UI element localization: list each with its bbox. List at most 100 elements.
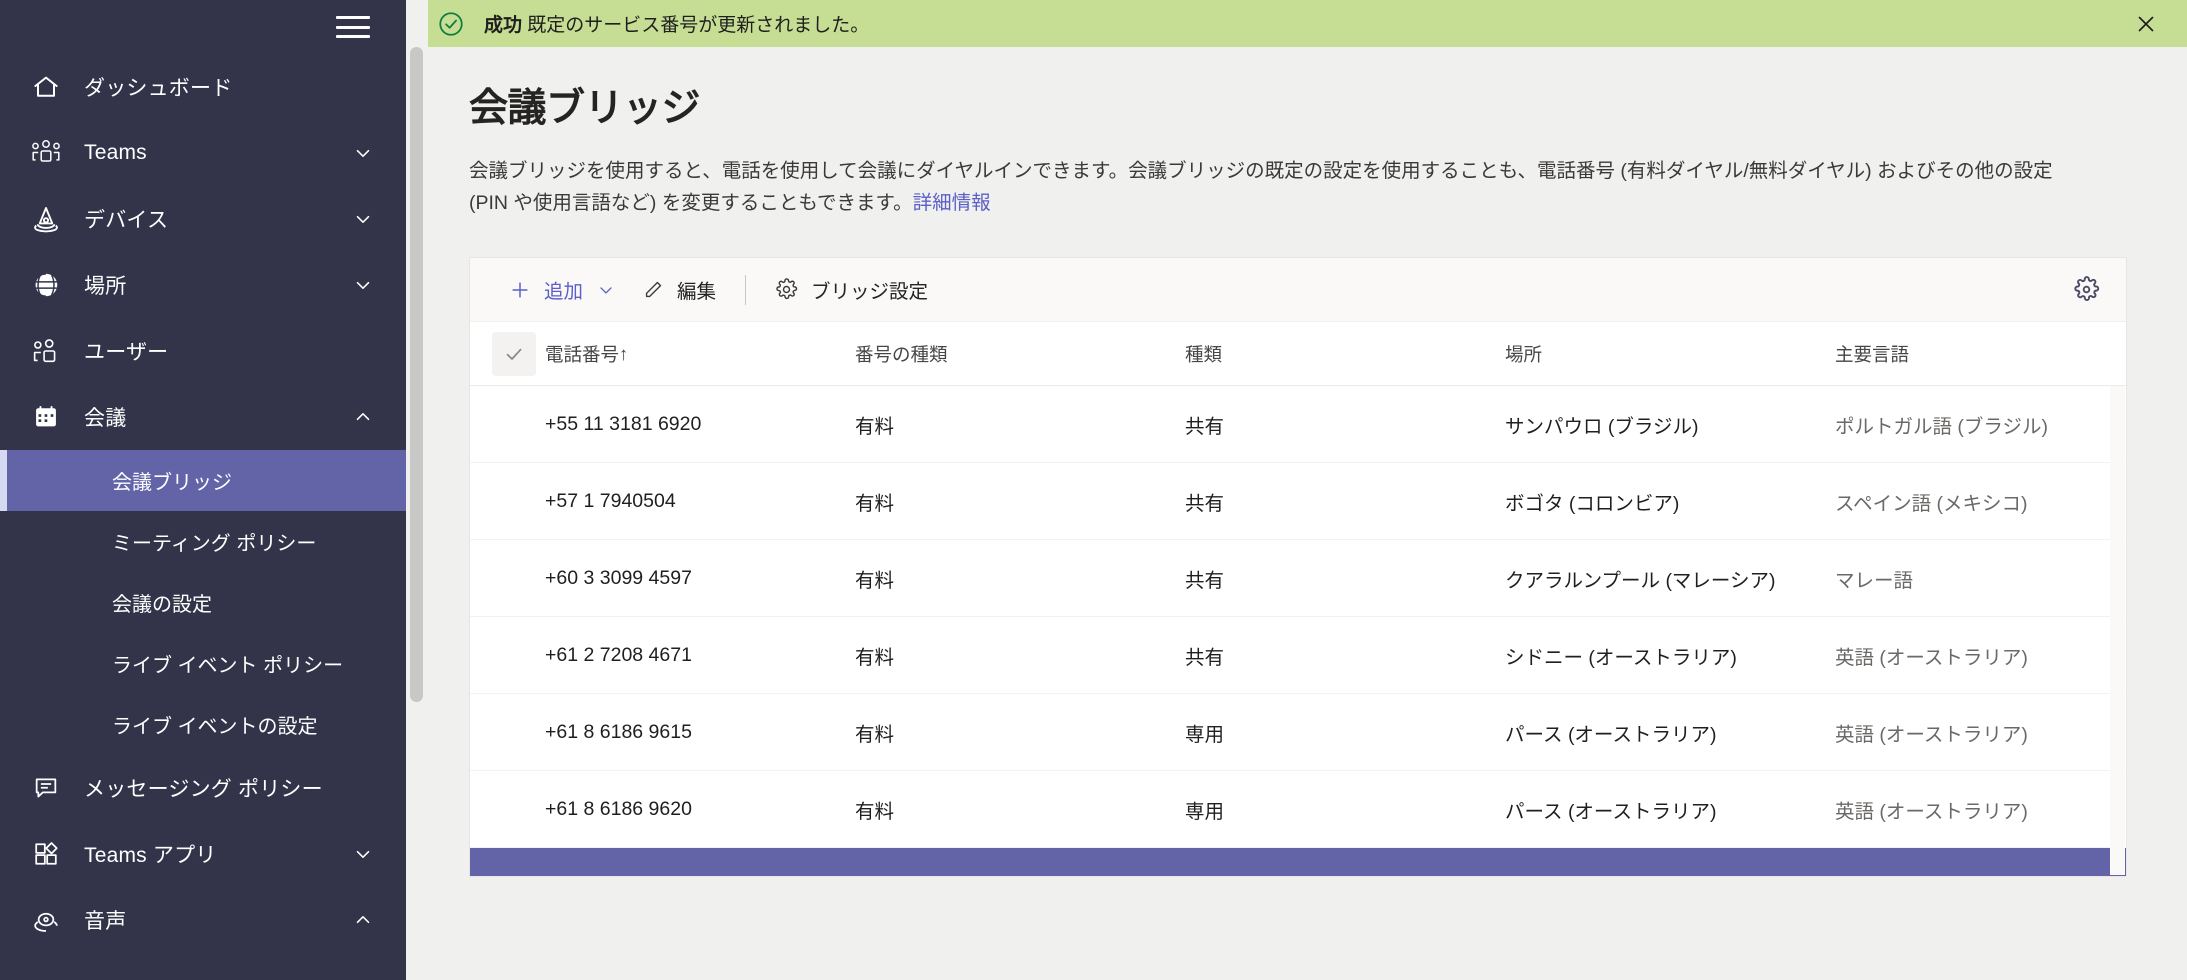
cell-location: サンパウロ (ブラジル) xyxy=(1505,415,1699,438)
cell-location: パース (オーストラリア) xyxy=(1505,872,1835,877)
conference-bridges-card: 追加 編集 ブリッジ設定 電話番号 ↑ 番号の種類 種類 場所 主要言語 +55… xyxy=(469,257,2127,877)
success-banner: 成功 既定のサービス番号が更新されました。 xyxy=(406,0,2187,47)
cell-phone: +57 1 7940504 xyxy=(545,489,676,512)
table-row[interactable]: +60 3 3099 4597 有料 共有 クアラルンプール (マレーシア) マ… xyxy=(470,540,2126,617)
banner-text: 成功 既定のサービス番号が更新されました。 xyxy=(484,10,869,37)
chevron-down-icon[interactable] xyxy=(350,272,376,298)
sidebar-subitem-label: 会議ブリッジ xyxy=(112,472,232,494)
gear-icon xyxy=(775,278,798,301)
column-header-number-type[interactable]: 番号の種類 xyxy=(855,341,1185,367)
sidebar-subitem-meeting-policies[interactable]: ミーティング ポリシー xyxy=(0,511,406,572)
sidebar-item-locations[interactable]: 場所 xyxy=(0,252,406,318)
sidebar-subitem-live-event-policies[interactable]: ライブ イベント ポリシー xyxy=(0,633,406,694)
sidebar-item-voice[interactable]: 音声 xyxy=(0,887,406,953)
banner-status-label: 成功 xyxy=(484,15,523,36)
sidebar-item-meetings[interactable]: 会議 xyxy=(0,384,406,450)
sidebar-subitem-label: ライブ イベントの設定 xyxy=(112,716,318,738)
chevron-down-icon[interactable] xyxy=(350,140,376,166)
globe-icon xyxy=(26,265,66,305)
chevron-up-icon[interactable] xyxy=(350,404,376,430)
sidebar-item-teams-apps[interactable]: Teams アプリ xyxy=(0,821,406,887)
cell-language: スペイン語 (メキシコ) xyxy=(1835,492,2028,515)
cell-number-type: 有料 xyxy=(855,492,895,515)
cell-type: 専用 xyxy=(1185,723,1225,746)
sidebar-item-label: デバイス xyxy=(84,209,169,232)
plus-icon xyxy=(509,279,531,301)
checkmark-icon xyxy=(501,873,527,876)
main-content: 成功 既定のサービス番号が更新されました。 会議ブリッジ 会議ブリッジを使用する… xyxy=(406,0,2187,980)
pencil-icon xyxy=(642,279,664,301)
sidebar-item-dashboard[interactable]: ダッシュボード xyxy=(0,54,406,120)
cell-language: 英語 (オーストラリア) xyxy=(1835,800,2028,823)
cell-location: クアラルンプール (マレーシア) xyxy=(1505,569,1776,592)
cell-location: ボゴタ (コロンビア) xyxy=(1505,492,1680,515)
sidebar-item-label: Teams xyxy=(84,141,147,164)
page-title: 会議ブリッジ xyxy=(469,87,701,130)
sidebar-subitem-live-event-settings[interactable]: ライブ イベントの設定 xyxy=(0,694,406,755)
table-row[interactable]: +61 2 7208 4671 有料 共有 シドニー (オーストラリア) 英語 … xyxy=(470,617,2126,694)
cell-phone: +61 8 6186 9621 (既定) xyxy=(545,872,855,877)
column-header-phone-label: 電話番号 xyxy=(545,343,620,365)
sidebar-subitem-meeting-settings[interactable]: 会議の設定 xyxy=(0,572,406,633)
table-settings-gear-icon[interactable] xyxy=(2064,268,2108,312)
cell-type: 共有 xyxy=(1185,415,1225,438)
column-header-primary-language[interactable]: 主要言語 xyxy=(1835,341,2126,367)
sidebar-item-devices[interactable]: デバイス xyxy=(0,186,406,252)
sidebar-subitem-label: 会議の設定 xyxy=(112,594,212,616)
sidebar-item-label: メッセージング ポリシー xyxy=(84,778,323,801)
success-check-icon xyxy=(436,9,466,39)
table-header-row: 電話番号 ↑ 番号の種類 種類 場所 主要言語 xyxy=(470,322,2126,386)
column-header-phone[interactable]: 電話番号 ↑ xyxy=(545,341,855,367)
row-select-cell[interactable] xyxy=(483,873,545,876)
sidebar-subitem-conference-bridges[interactable]: 会議ブリッジ xyxy=(0,450,406,511)
cell-number-type: 有料 xyxy=(855,800,895,823)
sidebar-item-label: 会議 xyxy=(84,407,127,430)
learn-more-link[interactable]: 詳細情報 xyxy=(913,192,991,214)
add-button-label: 追加 xyxy=(544,281,584,303)
voice-icon xyxy=(26,900,66,940)
message-icon xyxy=(26,768,66,808)
table-scrollbar-track[interactable] xyxy=(2110,386,2125,875)
cell-phone: +55 11 3181 6920 xyxy=(545,412,702,435)
table-row[interactable]: +61 8 6186 9615 有料 専用 パース (オーストラリア) 英語 (… xyxy=(470,694,2126,771)
column-header-location[interactable]: 場所 xyxy=(1505,341,1835,367)
table-body-inner: +55 11 3181 6920 有料 共有 サンパウロ (ブラジル) ポルトガ… xyxy=(470,386,2126,876)
bridge-settings-button[interactable]: ブリッジ設定 xyxy=(762,267,941,313)
cell-type: 専用 xyxy=(1185,872,1505,877)
chevron-down-icon[interactable] xyxy=(350,206,376,232)
edit-button[interactable]: 編集 xyxy=(629,267,729,313)
table-row-selected[interactable]: +61 8 6186 9621 (既定) 有料 専用 パース (オーストラリア)… xyxy=(470,848,2126,876)
cell-language: ポルトガル語 (ブラジル) xyxy=(1835,415,2049,438)
sidebar-item-label: 音声 xyxy=(84,910,127,933)
chevron-down-icon[interactable] xyxy=(596,280,616,300)
hamburger-icon[interactable] xyxy=(336,16,370,38)
sidebar-item-label: ユーザー xyxy=(84,341,169,364)
table-row[interactable]: +55 11 3181 6920 有料 共有 サンパウロ (ブラジル) ポルトガ… xyxy=(470,386,2126,463)
device-icon xyxy=(26,199,66,239)
column-header-type[interactable]: 種類 xyxy=(1185,341,1505,367)
cell-type: 共有 xyxy=(1185,646,1225,669)
page-description: 会議ブリッジを使用すると、電話を使用して会議にダイヤルインできます。会議ブリッジ… xyxy=(469,155,2069,219)
table-toolbar: 追加 編集 ブリッジ設定 xyxy=(470,258,2126,322)
table-row[interactable]: +61 8 6186 9620 有料 専用 パース (オーストラリア) 英語 (… xyxy=(470,771,2126,848)
chevron-up-icon[interactable] xyxy=(350,907,376,933)
sidebar-item-users[interactable]: ユーザー xyxy=(0,318,406,384)
edit-button-label: 編集 xyxy=(677,281,717,303)
add-button[interactable]: 追加 xyxy=(496,267,629,313)
cell-number-type: 有料 xyxy=(855,723,895,746)
cell-phone: +61 8 6186 9620 xyxy=(545,797,692,820)
cell-type: 専用 xyxy=(1185,800,1225,823)
sidebar-scrollbar-thumb[interactable] xyxy=(410,47,423,702)
cell-number-type: 有料 xyxy=(855,872,1185,877)
close-icon[interactable] xyxy=(2129,7,2163,41)
sidebar-item-messaging-policies[interactable]: メッセージング ポリシー xyxy=(0,755,406,821)
table-row[interactable]: +57 1 7940504 有料 共有 ボゴタ (コロンビア) スペイン語 (メ… xyxy=(470,463,2126,540)
cell-number-type: 有料 xyxy=(855,569,895,592)
page-header: 会議ブリッジ 会議ブリッジを使用すると、電話を使用して会議にダイヤルインできます… xyxy=(406,47,2187,219)
chevron-down-icon[interactable] xyxy=(350,841,376,867)
sidebar-header xyxy=(0,0,406,54)
cell-language: マレー語 xyxy=(1835,569,1914,592)
cell-phone: +61 8 6186 9615 xyxy=(545,720,692,743)
sidebar-item-teams[interactable]: Teams xyxy=(0,120,406,186)
select-all-checkbox[interactable] xyxy=(492,331,536,376)
